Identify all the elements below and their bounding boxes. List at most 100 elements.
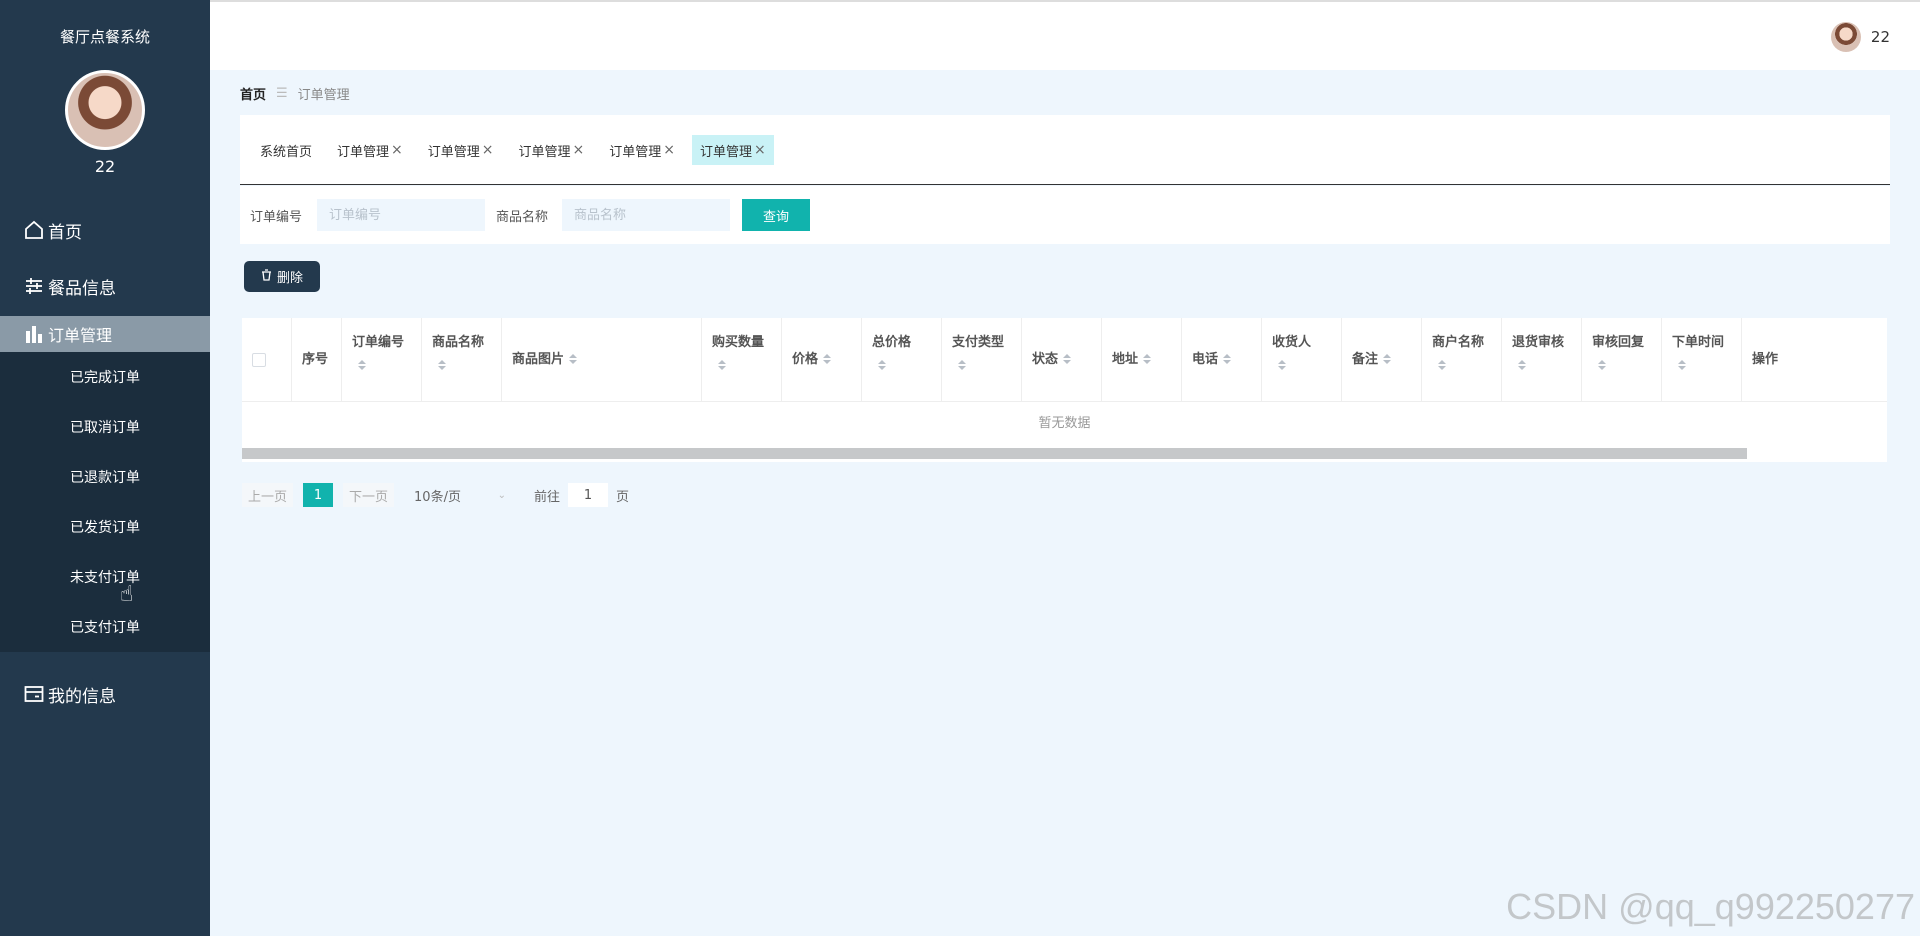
sort-icon[interactable] <box>358 360 366 372</box>
sort-icon[interactable] <box>1143 353 1152 366</box>
submenu-item-paid[interactable]: 已支付订单 <box>0 602 210 652</box>
avatar <box>1830 22 1861 52</box>
tab-order-management[interactable]: 订单管理 × <box>511 135 593 165</box>
trash-icon <box>261 269 272 284</box>
tab-order-management[interactable]: 订单管理 × <box>420 135 502 165</box>
next-page-button[interactable]: 下一页 <box>343 483 395 507</box>
sort-icon[interactable] <box>1678 360 1686 372</box>
sidebar-item-label: 首页 <box>48 222 82 243</box>
page-number[interactable]: 1 <box>303 483 334 507</box>
col-header[interactable]: 地址 <box>1102 318 1182 402</box>
col-header: 操作 <box>1742 318 1887 402</box>
tabs-panel: 系统首页 订单管理 × 订单管理 × 订单管理 × 订单管理 × 订单管理 × <box>240 115 1890 185</box>
select-all-checkbox[interactable] <box>252 353 266 367</box>
top-user-menu[interactable]: 22 <box>1830 22 1890 52</box>
col-label: 审核回复 <box>1592 335 1645 350</box>
sort-icon[interactable] <box>823 353 832 366</box>
col-header[interactable]: 价格 <box>782 318 862 402</box>
col-header[interactable]: 商品图片 <box>502 318 702 402</box>
tab-order-management[interactable]: 订单管理 × <box>601 135 683 165</box>
product-name-label: 商品名称 <box>496 210 549 225</box>
col-label: 状态 <box>1032 352 1059 367</box>
product-name-input[interactable] <box>562 199 730 231</box>
col-label: 备注 <box>1352 352 1379 367</box>
close-icon[interactable]: × <box>573 142 585 158</box>
col-header[interactable]: 总价格 <box>862 318 942 402</box>
table-header: 序号 订单编号 商品名称 商品图片 购买数量 价格 总价格 支付类型 状态 地址… <box>242 318 1887 402</box>
close-icon[interactable]: × <box>391 142 403 158</box>
tab-system-home[interactable]: 系统首页 <box>252 135 320 165</box>
orders-table: 序号 订单编号 商品名称 商品图片 购买数量 价格 总价格 支付类型 状态 地址… <box>242 318 1887 462</box>
col-label: 订单编号 <box>352 335 405 350</box>
horizontal-scrollbar[interactable] <box>242 448 1747 459</box>
sidebar-menu: 首页 餐品信息 订单管理 已完成订单 已取消订单 已退款订单 已发货订单 未支付… <box>0 202 210 734</box>
col-header[interactable]: 支付类型 <box>942 318 1022 402</box>
col-header[interactable]: 下单时间 <box>1662 318 1742 402</box>
sidebar-item-home[interactable]: 首页 <box>0 202 210 258</box>
hand-cursor-icon: ☝ <box>120 582 134 607</box>
query-button[interactable]: 查询 <box>742 199 810 231</box>
sort-icon[interactable] <box>878 360 886 372</box>
submenu-item-shipped[interactable]: 已发货订单 <box>0 502 210 552</box>
sort-icon[interactable] <box>1383 353 1392 366</box>
col-header[interactable]: 商户名称 <box>1422 318 1502 402</box>
orders-submenu: 已完成订单 已取消订单 已退款订单 已发货订单 未支付订单 已支付订单 <box>0 352 210 652</box>
sort-icon[interactable] <box>1438 360 1446 372</box>
sort-icon[interactable] <box>438 360 446 372</box>
tab-order-management[interactable]: 订单管理 × <box>329 135 411 165</box>
sliders-icon <box>24 276 44 296</box>
col-header[interactable]: 收货人 <box>1262 318 1342 402</box>
col-header[interactable]: 状态 <box>1022 318 1102 402</box>
system-title: 餐厅点餐系统 <box>59 28 150 46</box>
tab-label: 订单管理 <box>700 144 753 160</box>
col-header[interactable]: 商品名称 <box>422 318 502 402</box>
sidebar-item-label: 订单管理 <box>48 326 113 345</box>
sort-icon[interactable] <box>958 360 966 372</box>
submenu-item-refunded[interactable]: 已退款订单 <box>0 452 210 502</box>
breadcrumb: 首页 ☰ 订单管理 <box>240 84 350 103</box>
search-panel: 订单编号 商品名称 查询 <box>240 186 1890 244</box>
close-icon[interactable]: × <box>663 142 675 158</box>
goto-page-input[interactable] <box>568 483 609 507</box>
col-header[interactable]: 电话 <box>1182 318 1262 402</box>
prev-page-button[interactable]: 上一页 <box>242 483 294 507</box>
sort-icon[interactable] <box>1518 360 1526 372</box>
sort-icon[interactable] <box>718 360 726 372</box>
col-label: 电话 <box>1192 352 1219 367</box>
sort-icon[interactable] <box>1223 353 1232 366</box>
col-header[interactable]: 备注 <box>1342 318 1422 402</box>
tab-label: 订单管理 <box>427 144 480 160</box>
tab-label: 订单管理 <box>518 144 571 160</box>
delete-button[interactable]: 删除 <box>244 261 320 292</box>
submenu-item-cancelled[interactable]: 已取消订单 <box>0 402 210 452</box>
sort-icon[interactable] <box>1278 360 1286 372</box>
card-icon <box>24 684 44 704</box>
col-header[interactable]: 购买数量 <box>702 318 782 402</box>
close-icon[interactable]: × <box>754 142 766 158</box>
sort-icon[interactable] <box>1063 353 1072 366</box>
col-header[interactable]: 审核回复 <box>1582 318 1662 402</box>
tab-label: 订单管理 <box>337 144 390 160</box>
page-size-select[interactable]: 10条/页 ⌄ <box>414 483 514 507</box>
sidebar-item-dishes[interactable]: 餐品信息 <box>0 258 210 314</box>
col-label: 操作 <box>1752 352 1779 367</box>
top-user-name: 22 <box>1870 28 1890 46</box>
breadcrumb-separator-icon: ☰ <box>276 86 288 101</box>
order-no-input[interactable] <box>317 199 485 231</box>
sort-icon[interactable] <box>569 353 578 366</box>
user-avatar[interactable] <box>65 70 145 150</box>
sidebar-item-my-info[interactable]: 我的信息 <box>0 654 210 734</box>
col-header[interactable]: 退货审核 <box>1502 318 1582 402</box>
sort-icon[interactable] <box>1598 360 1606 372</box>
close-icon[interactable]: × <box>482 142 494 158</box>
page-size-value: 10条/页 <box>414 489 461 505</box>
col-label: 商品图片 <box>512 352 565 367</box>
sidebar-item-orders[interactable]: 订单管理 <box>0 316 210 352</box>
sidebar-user-name: 22 <box>94 157 116 176</box>
col-header[interactable]: 订单编号 <box>342 318 422 402</box>
submenu-item-unpaid[interactable]: 未支付订单 <box>0 552 210 602</box>
tab-order-management-active[interactable]: 订单管理 × <box>692 135 774 165</box>
submenu-item-completed[interactable]: 已完成订单 <box>0 352 210 402</box>
pagination: 上一页 1 下一页 10条/页 ⌄ 前往 页 <box>242 483 629 507</box>
breadcrumb-home[interactable]: 首页 <box>240 84 266 103</box>
